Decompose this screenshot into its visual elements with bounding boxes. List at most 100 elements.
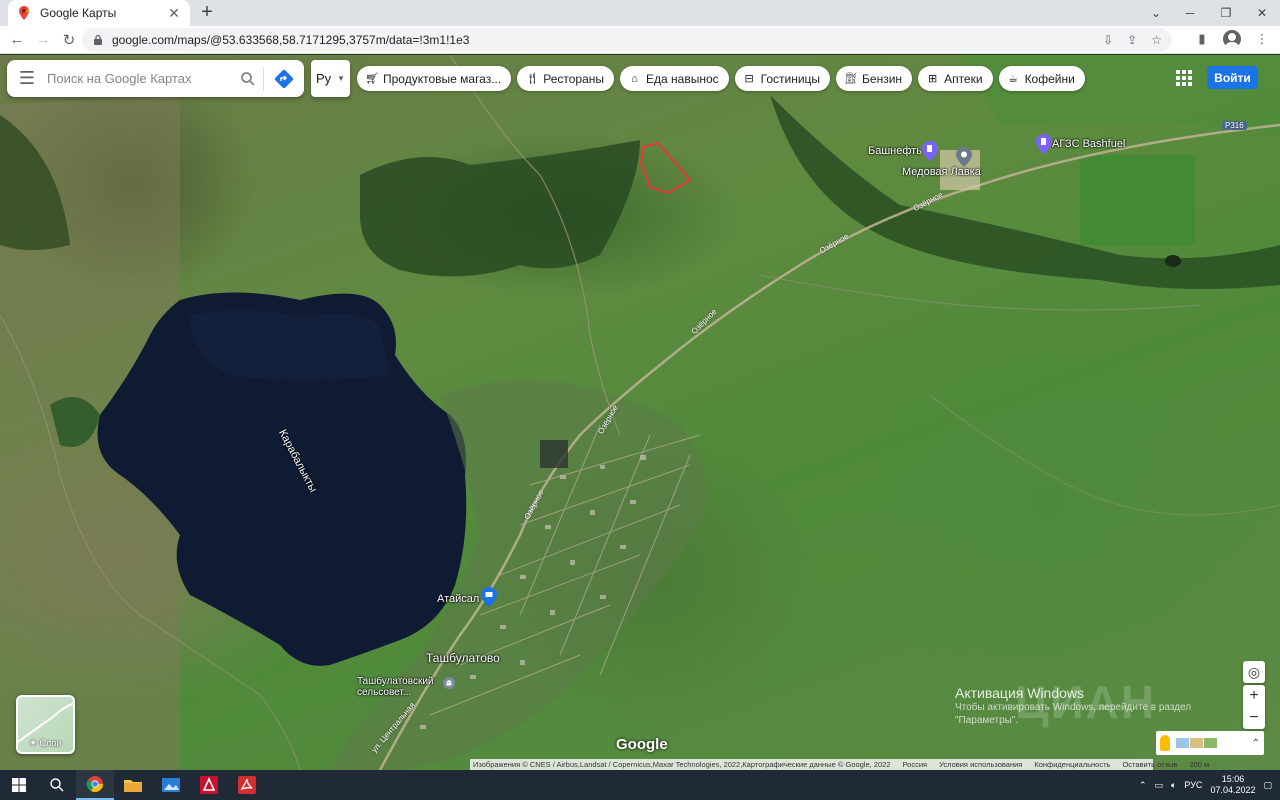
close-window-icon[interactable]: ✕ <box>1244 0 1280 26</box>
system-tray: ⌃ ▭ 🔈︎ РУС 15:06 07.04.2022 ▢ <box>1139 770 1280 800</box>
bookmark-star-icon[interactable]: ☆ <box>1151 33 1162 47</box>
government-pin-icon[interactable] <box>443 677 455 689</box>
chip-gas[interactable]: ⛽︎ Бензин <box>836 66 913 91</box>
layers-icon: ◈ <box>29 737 37 747</box>
gas-station-icon: ⛽︎ <box>844 73 859 85</box>
imagery-thumbnails[interactable] <box>1176 738 1217 748</box>
keyboard-language[interactable]: РУС <box>1184 780 1202 790</box>
cian-watermark: ЦИАН <box>1015 676 1157 728</box>
google-apps-icon[interactable] <box>1174 68 1194 88</box>
acrobat-icon[interactable] <box>228 770 266 800</box>
chip-label: Продуктовые магаз... <box>383 71 502 86</box>
pegman-icon[interactable] <box>1160 735 1170 751</box>
tab-search-icon[interactable]: ⌄ <box>1140 0 1172 26</box>
profile-avatar[interactable] <box>1222 29 1242 49</box>
zoom-out-button[interactable]: − <box>1243 707 1265 729</box>
clock[interactable]: 15:06 07.04.2022 <box>1210 774 1255 796</box>
browser-menu-icon[interactable]: ⋮ <box>1252 29 1272 49</box>
maps-search-input[interactable] <box>47 71 233 86</box>
windows-start-icon[interactable] <box>0 770 38 800</box>
windows-taskbar: ⌃ ▭ 🔈︎ РУС 15:06 07.04.2022 ▢ <box>0 770 1280 800</box>
takeout-icon: ⌂ <box>631 72 638 85</box>
reload-icon[interactable]: ↻ <box>56 27 82 53</box>
chip-pharmacies[interactable]: ⊞ Аптеки <box>918 66 993 91</box>
browser-tab[interactable]: Google Карты ✕ <box>8 0 190 26</box>
chip-coffee[interactable]: ☕︎ Кофейни <box>998 66 1085 91</box>
agzs-pin-icon[interactable] <box>1036 134 1052 154</box>
council-label-line1[interactable]: Ташбулатовский <box>357 676 433 687</box>
chip-label: Бензин <box>862 71 903 86</box>
chip-label: Еда навынос <box>646 71 719 86</box>
chip-hotels[interactable]: ⊟ Гостиницы <box>734 66 831 91</box>
sign-in-button[interactable]: Войти <box>1207 66 1258 89</box>
restore-icon[interactable]: ❐ <box>1208 0 1244 26</box>
side-panel-icon[interactable]: ▮ <box>1192 29 1212 49</box>
windows-activation-watermark: ЦИАН Активация Windows Чтобы активироват… <box>955 676 1191 728</box>
layers-label: Слои <box>39 737 62 748</box>
search-icon[interactable] <box>38 770 76 800</box>
map-imagery <box>0 55 1280 770</box>
language-label: Ру <box>315 71 332 86</box>
bashneft-label[interactable]: Башнефть <box>868 145 922 157</box>
attribution-bar: Изображения © CNES / Airbus,Landsat / Co… <box>470 759 1209 770</box>
lock-icon <box>94 34 102 45</box>
network-icon[interactable]: ▭ <box>1154 780 1163 791</box>
address-bar[interactable]: google.com/maps/@53.633568,58.7171295,37… <box>82 28 1172 52</box>
back-icon[interactable]: ← <box>4 27 30 53</box>
window-controls: ⌄ ─ ❐ ✕ <box>1140 0 1280 26</box>
shopping-pin-icon[interactable] <box>481 587 497 607</box>
chip-label: Аптеки <box>944 71 983 86</box>
chrome-taskbar-icon[interactable] <box>76 770 114 800</box>
new-tab-button[interactable]: + <box>196 2 218 24</box>
hamburger-menu-icon[interactable]: ☰ <box>7 68 47 89</box>
village-label[interactable]: Ташбулатово <box>426 651 500 665</box>
street-view-panel: ⌃ <box>1156 731 1264 755</box>
feedback-link[interactable]: Оставить отзыв <box>1122 760 1177 769</box>
close-tab-icon[interactable]: ✕ <box>166 5 182 21</box>
category-chips: 🛒︎ Продуктовые магаз... 🍴︎ Рестораны ⌂ Еда … <box>357 66 1085 91</box>
photos-app-icon[interactable] <box>152 770 190 800</box>
speaker-icon[interactable]: 🔈︎ <box>1171 780 1176 791</box>
store-pin-icon[interactable] <box>956 147 972 167</box>
chip-groceries[interactable]: 🛒︎ Продуктовые магаз... <box>357 66 512 91</box>
medovaya-label[interactable]: Медовая Лавка <box>902 166 981 178</box>
layers-button[interactable]: ◈ Слои <box>16 695 75 754</box>
url-text: google.com/maps/@53.633568,58.7171295,37… <box>112 33 470 47</box>
hotel-icon: ⊟ <box>744 73 754 85</box>
browser-tabbar: Google Карты ✕ + ⌄ ─ ❐ ✕ <box>0 0 1280 26</box>
install-icon[interactable]: ⇩ <box>1103 33 1113 47</box>
language-dropdown[interactable]: Ру ▼ <box>311 60 350 97</box>
store-label[interactable]: Атайсал <box>437 593 479 605</box>
scale-bar[interactable]: 200 м <box>1189 760 1209 769</box>
satellite-map[interactable]: Карабалыкты Ташбулатово Ташбулатовский с… <box>0 55 1280 770</box>
tab-title: Google Карты <box>40 6 117 20</box>
terms-link[interactable]: Условия использования <box>939 760 1022 769</box>
chip-label: Гостиницы <box>760 71 821 86</box>
expand-icon[interactable]: ⌃ <box>1252 738 1260 749</box>
my-location-icon[interactable]: ◎ <box>1243 661 1265 683</box>
council-label-line2[interactable]: сельсовет... <box>357 687 411 698</box>
country-link[interactable]: Россия <box>903 760 928 769</box>
minimize-icon[interactable]: ─ <box>1172 0 1208 26</box>
tray-chevron-icon[interactable]: ⌃ <box>1139 780 1147 791</box>
route-badge: Р316 <box>1222 121 1247 130</box>
search-icon[interactable] <box>233 71 263 87</box>
zoom-in-button[interactable]: + <box>1243 685 1265 707</box>
gas-station-pin-icon[interactable] <box>922 141 938 161</box>
chip-restaurants[interactable]: 🍴︎ Рестораны <box>517 66 615 91</box>
chip-takeout[interactable]: ⌂ Еда навынос <box>620 66 729 91</box>
directions-icon[interactable] <box>264 68 304 90</box>
chip-label: Рестораны <box>543 71 605 86</box>
forward-icon[interactable]: → <box>30 27 56 53</box>
notifications-icon[interactable]: ▢ <box>1263 780 1272 791</box>
pharmacy-icon: ⊞ <box>927 73 938 85</box>
share-icon[interactable]: ⇪ <box>1127 33 1137 47</box>
google-maps-icon <box>19 6 29 20</box>
imagery-credit: Изображения © CNES / Airbus,Landsat / Co… <box>473 760 891 769</box>
autocad-icon[interactable] <box>190 770 228 800</box>
maps-search-box: ☰ <box>7 60 304 97</box>
coffee-icon: ☕︎ <box>1008 73 1018 85</box>
agzs-label[interactable]: АГЗС Bashfuel <box>1052 138 1125 150</box>
file-explorer-icon[interactable] <box>114 770 152 800</box>
privacy-link[interactable]: Конфиденциальность <box>1034 760 1110 769</box>
